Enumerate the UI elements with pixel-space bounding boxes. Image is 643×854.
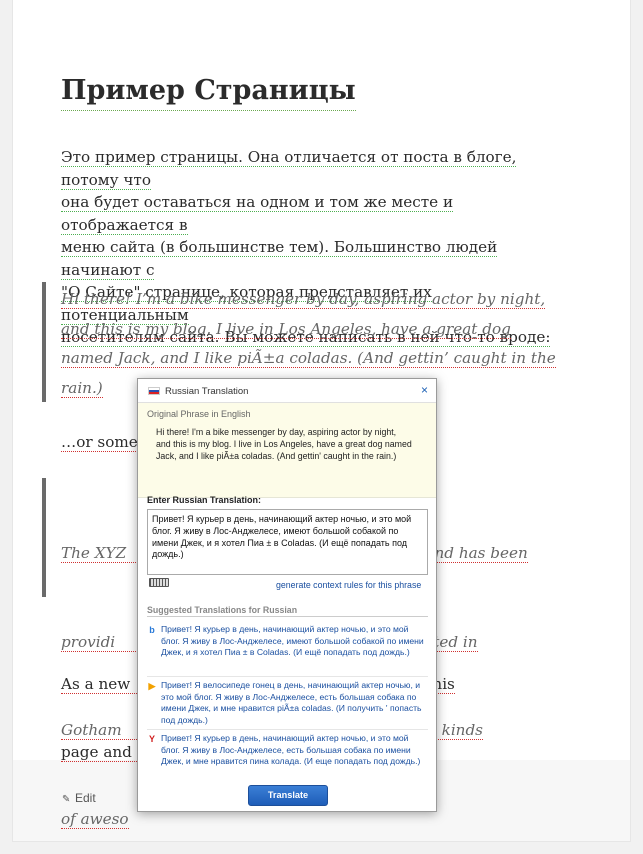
keyboard-icon[interactable]	[149, 578, 169, 587]
original-phrase-label: Original Phrase in English	[147, 409, 251, 419]
suggested-translations-label: Suggested Translations for Russian	[147, 605, 298, 615]
divider	[147, 616, 428, 617]
intro-line: меню сайта (в большинстве тем). Большинс…	[61, 238, 498, 280]
blockquote-bar	[42, 282, 46, 402]
pencil-icon: ✎	[62, 794, 71, 805]
suggestion-google[interactable]: ▶ Привет! Я велосипеде гонец в день, нач…	[147, 676, 428, 726]
suggestion-text: Привет! Я курьер в день, начинающий акте…	[161, 733, 421, 767]
popup-title: Russian Translation	[165, 386, 249, 397]
blockquote-bar	[42, 478, 46, 597]
generate-context-rules-link[interactable]: generate context rules for this phrase	[276, 580, 421, 590]
enter-translation-label: Enter Russian Translation:	[147, 495, 262, 505]
quote-line: Hi there! I’m a bike messenger by day, a…	[61, 290, 546, 309]
google-translate-icon: ▶	[148, 681, 156, 691]
bing-icon: b	[149, 625, 155, 635]
suggestion-yandex[interactable]: Y Привет! Я курьер в день, начинающий ак…	[147, 729, 428, 768]
original-phrase-text: Hi there! I'm a bike messenger by day, a…	[147, 427, 427, 462]
quote-line: rain.)	[61, 378, 103, 398]
intro-line: она будет оставаться на одном и том же м…	[61, 193, 454, 235]
original-line: and this is my blog. I live in Los Angel…	[156, 438, 412, 449]
suggestion-bing[interactable]: b Привет! Я курьер в день, начинающий ак…	[147, 624, 428, 659]
quote-line: named Jack, and I like piÃ±a coladas. (A…	[61, 349, 556, 368]
quote-line: of aweso	[61, 809, 129, 829]
original-line: Hi there! I'm a bike messenger by day, a…	[156, 427, 397, 437]
yandex-icon: Y	[148, 734, 155, 744]
russian-flag-icon	[148, 387, 160, 395]
original-phrase-box: Original Phrase in English Hi there! I'm…	[138, 403, 436, 498]
edit-link[interactable]: ✎ Edit	[62, 791, 96, 805]
popup-header: Russian Translation ×	[138, 379, 436, 403]
intro-line: Это пример страницы. Она отличается от п…	[61, 148, 517, 190]
edit-label: Edit	[75, 791, 96, 805]
quote-line: and this is my blog. I live in Los Angel…	[61, 319, 511, 339]
translation-popup: Russian Translation × Original Phrase in…	[137, 378, 437, 812]
close-icon[interactable]: ×	[421, 383, 428, 397]
page-title: Пример Страницы	[61, 74, 356, 111]
suggestion-text: Привет! Я курьер в день, начинающий акте…	[161, 624, 424, 658]
translate-button[interactable]: Translate	[248, 785, 328, 806]
original-line: Jack, and I like piÃ±a coladas. (And get…	[156, 450, 397, 461]
suggestion-text: Привет! Я велосипеде гонец в день, начин…	[161, 680, 422, 725]
or-something-text: …or some	[61, 433, 138, 452]
translation-input[interactable]: Привет! Я курьер в день, начинающий акте…	[147, 509, 428, 575]
